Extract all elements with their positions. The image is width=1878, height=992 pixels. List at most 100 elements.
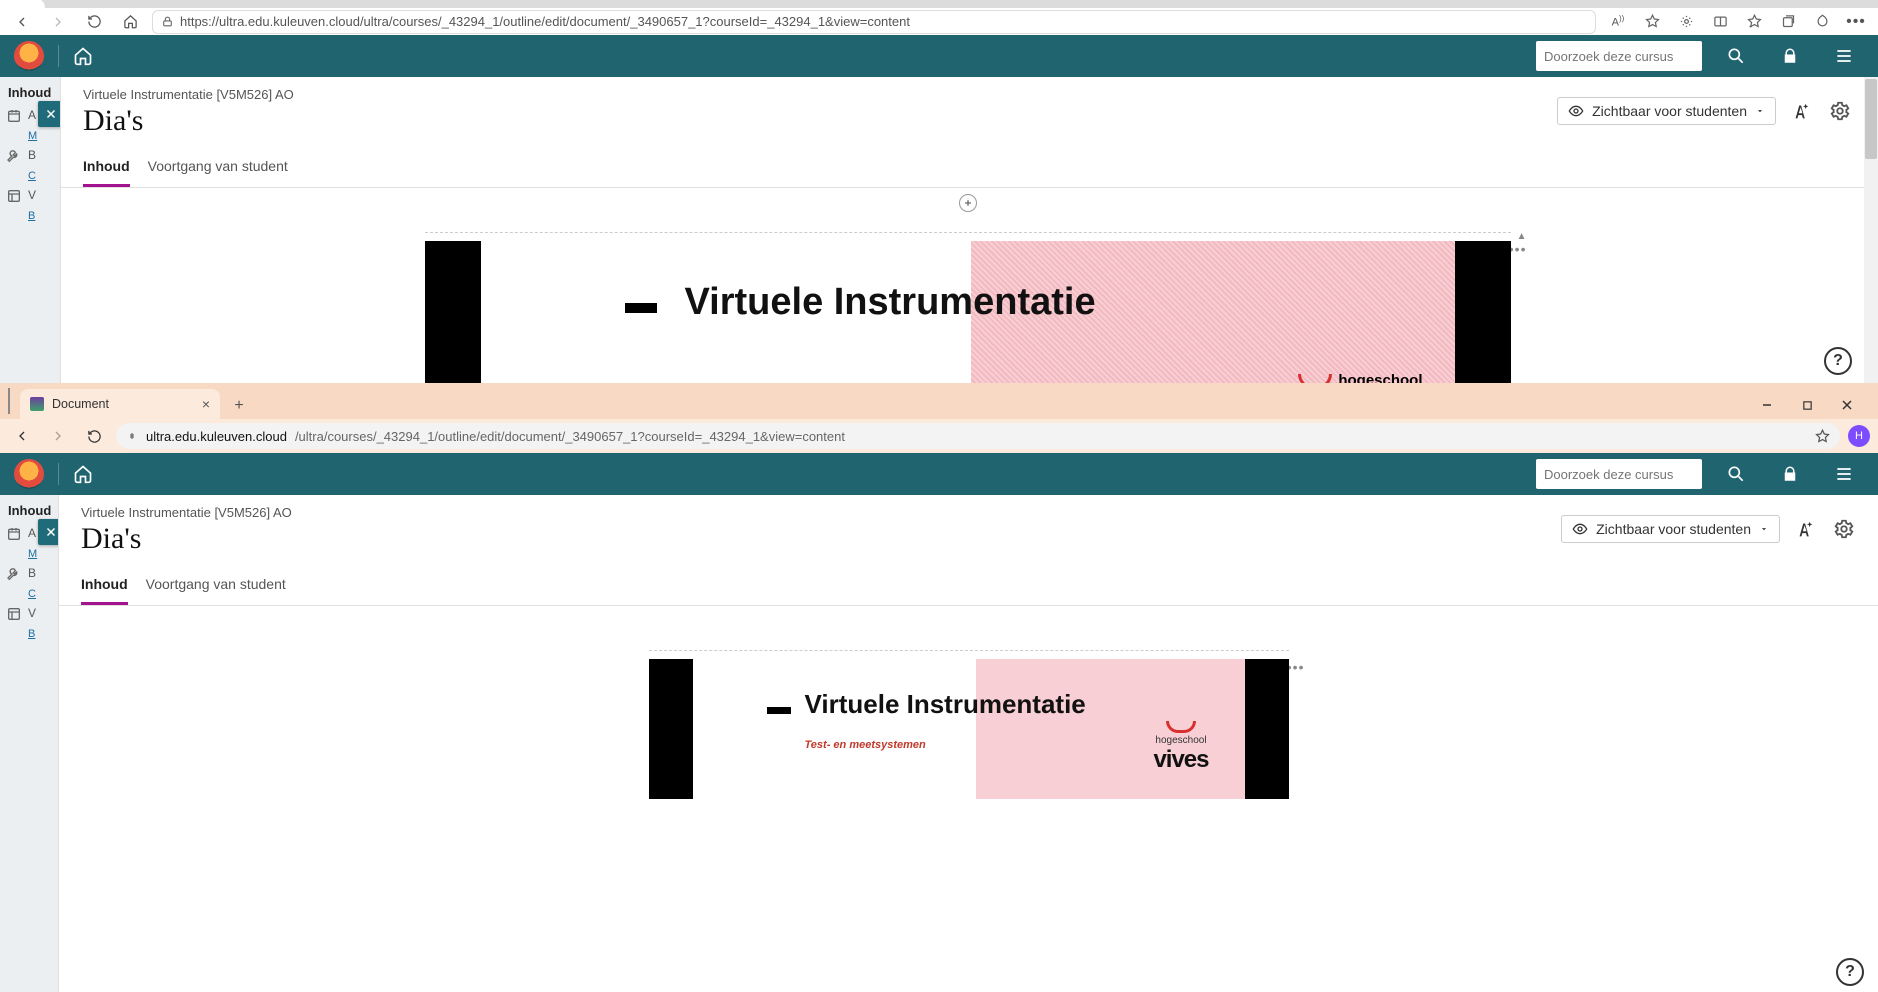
course-search-input[interactable] bbox=[1544, 49, 1694, 64]
sidebar-sublink[interactable]: B bbox=[0, 210, 60, 222]
sidebar-sublink[interactable]: C bbox=[0, 170, 60, 182]
course-search-input[interactable] bbox=[1544, 467, 1694, 482]
scrollbar-thumb[interactable] bbox=[1865, 79, 1877, 159]
minimize-button[interactable] bbox=[1750, 391, 1784, 419]
document-panel: Virtuele Instrumentatie [V5M526] AO Dia'… bbox=[60, 77, 1874, 383]
favorite-star-icon[interactable] bbox=[1638, 10, 1666, 34]
lock-icon bbox=[161, 15, 174, 28]
read-aloud-icon[interactable]: A)) bbox=[1604, 10, 1632, 34]
vives-smile-icon bbox=[1166, 721, 1196, 733]
home-button[interactable] bbox=[116, 10, 144, 34]
ai-assistant-icon[interactable] bbox=[1794, 517, 1818, 541]
slide-border-left bbox=[425, 241, 481, 383]
school-logo-partial: hogeschool bbox=[1298, 372, 1422, 383]
split-screen-icon[interactable] bbox=[1706, 10, 1734, 34]
sidebar-item[interactable]: B bbox=[0, 142, 60, 170]
settings-gear-icon[interactable] bbox=[1828, 99, 1852, 123]
app-logo[interactable] bbox=[14, 459, 44, 489]
collections-icon[interactable] bbox=[1774, 10, 1802, 34]
edge-toolbar: https://ultra.edu.kuleuven.cloud/ultra/c… bbox=[0, 8, 1878, 35]
edge-active-tab[interactable] bbox=[0, 0, 45, 8]
hamburger-menu-icon[interactable] bbox=[1824, 36, 1864, 76]
course-search-box[interactable] bbox=[1536, 41, 1702, 71]
edge-browser-window: https://ultra.edu.kuleuven.cloud/ultra/c… bbox=[0, 0, 1878, 383]
header-divider bbox=[58, 45, 59, 67]
more-menu-icon[interactable]: ••• bbox=[1842, 10, 1870, 34]
help-button[interactable]: ? bbox=[1824, 347, 1852, 375]
slide-block[interactable]: ••• Virtuele Instrumentatie Test- en mee… bbox=[649, 650, 1289, 799]
app-logo[interactable] bbox=[14, 41, 44, 71]
forward-button[interactable] bbox=[44, 10, 72, 34]
help-button[interactable]: ? bbox=[1836, 958, 1864, 986]
refresh-button[interactable] bbox=[80, 424, 108, 448]
slide-block[interactable]: ▲ ••• Virtuele Instrumentatie hogeschool bbox=[425, 232, 1511, 383]
home-icon[interactable] bbox=[73, 46, 93, 66]
tab-content[interactable]: Inhoud bbox=[81, 576, 128, 605]
settings-gear-icon[interactable] bbox=[1832, 517, 1856, 541]
breadcrumb[interactable]: Virtuele Instrumentatie [V5M526] AO bbox=[83, 87, 1557, 102]
tab-progress[interactable]: Voortgang van student bbox=[146, 576, 286, 605]
back-button[interactable] bbox=[8, 424, 36, 448]
document-panel: Virtuele Instrumentatie [V5M526] AO Dia'… bbox=[58, 495, 1878, 992]
extensions-icon[interactable] bbox=[1672, 10, 1700, 34]
favorites-list-icon[interactable] bbox=[1740, 10, 1768, 34]
school-prefix: hogeschool bbox=[1153, 735, 1208, 746]
tab-group-indicator[interactable] bbox=[8, 388, 14, 414]
add-content-button[interactable] bbox=[959, 194, 977, 212]
address-bar[interactable]: ultra.edu.kuleuven.cloud/ultra/courses/_… bbox=[116, 423, 1840, 449]
sidebar-sublink[interactable]: M bbox=[0, 130, 60, 142]
tab-close-icon[interactable]: × bbox=[202, 396, 210, 412]
address-bar[interactable]: https://ultra.edu.kuleuven.cloud/ultra/c… bbox=[152, 10, 1596, 34]
home-icon[interactable] bbox=[73, 464, 93, 484]
profile-avatar[interactable]: H bbox=[1848, 425, 1870, 447]
new-tab-button[interactable]: + bbox=[226, 393, 252, 419]
school-name: vives bbox=[1153, 746, 1208, 774]
edge-toolbar-right: A)) ••• bbox=[1604, 10, 1870, 34]
privacy-lock-icon[interactable] bbox=[1770, 36, 1810, 76]
back-button[interactable] bbox=[8, 10, 36, 34]
sidebar-sublink[interactable]: C bbox=[0, 588, 58, 600]
sidebar-item-label: B bbox=[28, 148, 36, 162]
wrench-icon bbox=[6, 148, 22, 164]
refresh-button[interactable] bbox=[80, 10, 108, 34]
tab-progress[interactable]: Voortgang van student bbox=[148, 158, 288, 187]
tab-content[interactable]: Inhoud bbox=[83, 158, 130, 187]
block-menu-icon[interactable]: ••• bbox=[1287, 659, 1305, 675]
maximize-button[interactable] bbox=[1790, 391, 1824, 419]
slide-subtitle: Test- en meetsystemen bbox=[805, 739, 926, 751]
app-header bbox=[0, 35, 1878, 77]
visibility-dropdown[interactable]: Zichtbaar voor studenten bbox=[1561, 515, 1780, 543]
sidebar-item[interactable]: V bbox=[0, 600, 58, 628]
content-area: ▲ ••• Virtuele Instrumentatie hogeschool bbox=[61, 188, 1874, 403]
sidebar-item[interactable]: V bbox=[0, 182, 60, 210]
sidebar-item-label: V bbox=[28, 188, 36, 202]
course-search-box[interactable] bbox=[1536, 459, 1702, 489]
forward-button[interactable] bbox=[44, 424, 72, 448]
slide-decor-line bbox=[767, 707, 791, 714]
sidebar-title: Inhoud bbox=[0, 501, 58, 520]
browser-essentials-icon[interactable] bbox=[1808, 10, 1836, 34]
visibility-dropdown[interactable]: Zichtbaar voor studenten bbox=[1557, 97, 1776, 125]
address-host: ultra.edu.kuleuven.cloud bbox=[146, 429, 287, 444]
breadcrumb[interactable]: Virtuele Instrumentatie [V5M526] AO bbox=[81, 505, 1561, 520]
search-submit-icon[interactable] bbox=[1716, 36, 1756, 76]
sidebar-item-label: A bbox=[28, 108, 36, 122]
slide-decor-line bbox=[625, 303, 657, 313]
address-url: https://ultra.edu.kuleuven.cloud/ultra/c… bbox=[180, 14, 910, 29]
search-submit-icon[interactable] bbox=[1716, 454, 1756, 494]
privacy-lock-icon[interactable] bbox=[1770, 454, 1810, 494]
close-window-button[interactable] bbox=[1830, 391, 1864, 419]
ai-assistant-icon[interactable] bbox=[1790, 99, 1814, 123]
block-menu-icon[interactable]: ••• bbox=[1509, 241, 1527, 257]
tab-favicon bbox=[30, 397, 44, 411]
sidebar-sublink[interactable]: M bbox=[0, 548, 58, 560]
vertical-scrollbar[interactable] bbox=[1864, 77, 1878, 383]
chrome-tab[interactable]: Document × bbox=[20, 389, 220, 419]
layout-icon bbox=[6, 606, 22, 622]
site-info-icon[interactable] bbox=[126, 430, 138, 442]
sidebar-sublink[interactable]: B bbox=[0, 628, 58, 640]
hamburger-menu-icon[interactable] bbox=[1824, 454, 1864, 494]
sidebar-item[interactable]: B bbox=[0, 560, 58, 588]
slide-title: Virtuele Instrumentatie bbox=[805, 689, 1086, 720]
bookmark-star-icon[interactable] bbox=[1815, 429, 1830, 444]
